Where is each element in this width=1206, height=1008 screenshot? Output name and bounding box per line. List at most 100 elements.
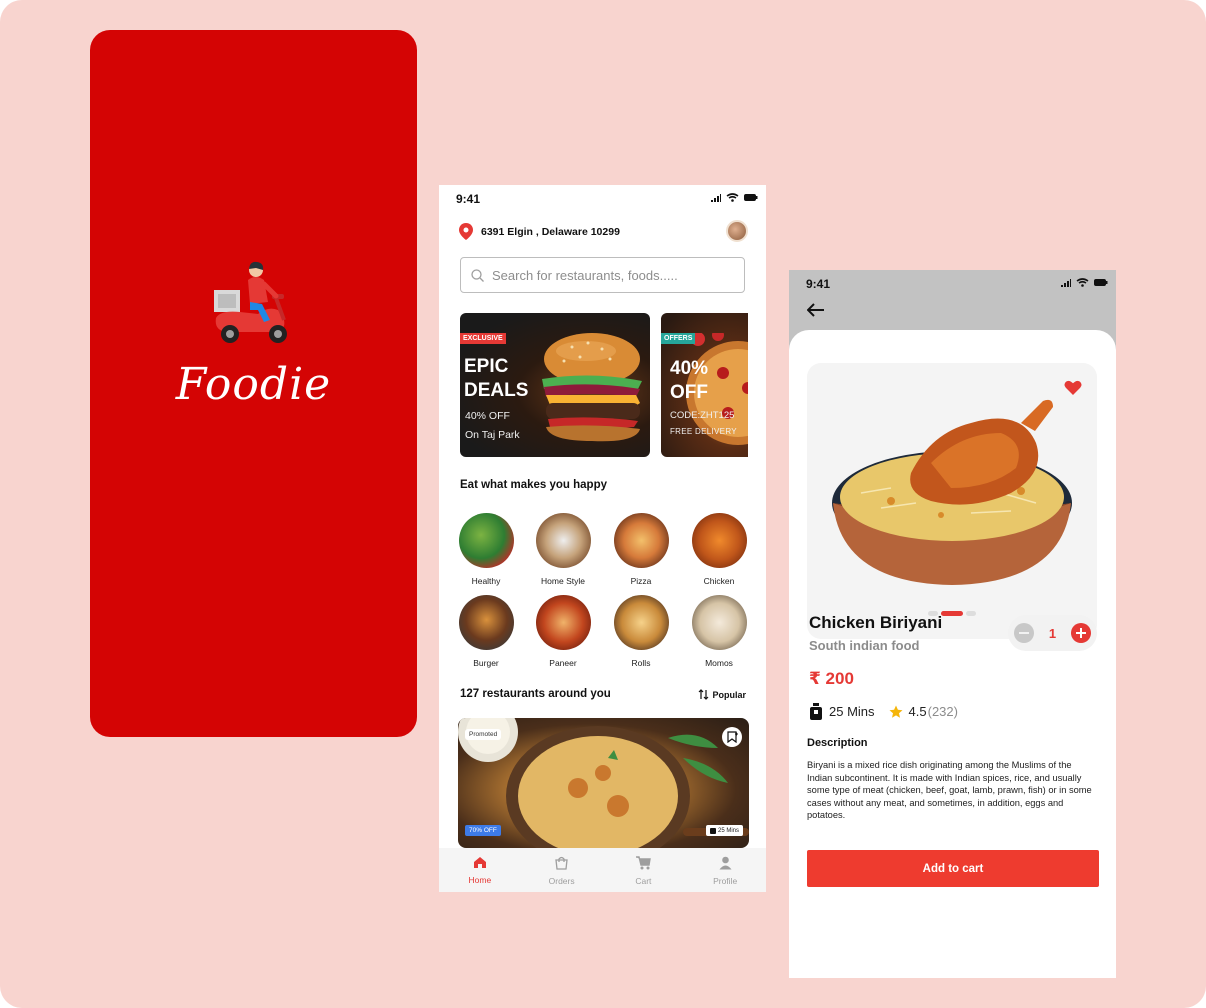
home-icon	[473, 857, 486, 868]
timer-icon	[709, 828, 716, 834]
tab-label: Profile	[713, 876, 738, 886]
category-label: Paneer	[549, 658, 577, 668]
sort-label: Popular	[712, 689, 746, 700]
delivery-time-text: 25 Mins	[717, 827, 739, 834]
category-label: Healthy	[471, 576, 501, 586]
category-healthy[interactable]: Healthy	[456, 513, 516, 586]
dish-price: ₹ 200	[809, 669, 854, 688]
banner-epic-deals[interactable]: EXCLUSIVE EPIC DEALS 40% OFF On Taj Park	[460, 313, 650, 457]
status-bar: 9:41	[439, 185, 766, 213]
location-bar[interactable]: 6391 Elgin , Delaware 10299	[459, 223, 620, 240]
category-label: Home Style	[541, 576, 585, 586]
dish-image	[832, 399, 1072, 585]
splash-logo: Foodie	[90, 260, 417, 410]
heart-icon	[1064, 380, 1082, 395]
rating-value: 4.5	[908, 704, 927, 719]
banner2-title-line2: OFF	[670, 382, 708, 403]
category-momos[interactable]: Momos	[689, 595, 749, 668]
avatar[interactable]	[726, 220, 748, 242]
category-chicken[interactable]: Chicken	[689, 513, 749, 586]
status-bar: 9:41	[789, 270, 1116, 298]
categories-title: Eat what makes you happy	[460, 479, 607, 491]
burger-image	[542, 333, 642, 442]
category-label: Burger	[473, 658, 499, 668]
category-pizza[interactable]: Pizza	[611, 513, 671, 586]
arrow-left-icon	[806, 303, 824, 317]
tab-label: Cart	[635, 876, 652, 886]
dish-photo-carousel[interactable]	[807, 363, 1097, 639]
tab-label: Home	[468, 875, 492, 885]
location-pin-icon	[459, 223, 473, 240]
search-input[interactable]	[492, 267, 732, 283]
detail-screen: 9:41 Chicken Biriyani South indian food …	[789, 270, 1116, 978]
category-image	[613, 595, 669, 650]
home-screen: 9:41 6391 Elgin , Delaware 10299 Search …	[439, 185, 766, 892]
category-image	[613, 513, 669, 568]
person-icon	[719, 856, 732, 870]
favorite-button[interactable]	[1064, 380, 1082, 401]
carousel-dot	[966, 611, 976, 616]
star-icon	[889, 705, 903, 718]
bookmark-button[interactable]	[722, 727, 742, 747]
tab-orders[interactable]: Orders	[521, 848, 603, 892]
battery-icon	[1094, 279, 1108, 286]
delivery-time-icon	[810, 703, 822, 720]
showcase-canvas: Foodie 9:41 6391 Elgin , Delaware 10299	[0, 0, 1206, 1008]
splash-screen: Foodie	[90, 30, 417, 737]
search-icon	[471, 268, 484, 282]
sort-icon	[699, 689, 709, 700]
banner-venue: On Taj Park	[465, 429, 520, 441]
description-text: Biryani is a mixed rice dish originating…	[807, 760, 1092, 820]
delivery-time: 25 Mins	[829, 704, 875, 719]
delivery-time-badge: 25 Mins	[705, 825, 743, 836]
brand-title: Foodie	[175, 359, 332, 410]
sort-popular-button[interactable]: Popular	[698, 689, 746, 700]
status-time: 9:41	[456, 192, 481, 206]
back-button[interactable]	[806, 303, 825, 322]
category-image	[535, 513, 591, 568]
search-box[interactable]	[460, 257, 745, 293]
location-text: 6391 Elgin , Delaware 10299	[481, 225, 620, 238]
status-time: 9:41	[806, 277, 831, 291]
offers-tag: OFFERS	[661, 333, 696, 344]
banner-offers[interactable]: OFFERS 40% OFF CODE:ZHT125 FREE DELIVERY	[661, 313, 748, 457]
cart-icon	[635, 856, 651, 870]
dish-cuisine: South indian food	[809, 638, 920, 653]
description-title: Description	[807, 737, 868, 749]
dish-name: Chicken Biriyani	[809, 613, 943, 632]
promoted-badge: Promoted	[465, 729, 502, 740]
delivery-scooter-icon	[213, 261, 287, 343]
add-to-cart-button[interactable]: Add to cart	[807, 850, 1099, 887]
restaurant-card[interactable]: Promoted 70% OFF 25 Mins	[458, 718, 749, 848]
battery-icon	[744, 194, 758, 201]
category-paneer[interactable]: Paneer	[533, 595, 593, 668]
category-rolls[interactable]: Rolls	[611, 595, 671, 668]
wifi-icon	[1076, 278, 1089, 287]
plus-button[interactable]	[1070, 623, 1091, 643]
category-image	[691, 595, 747, 650]
rating-count: (232)	[927, 704, 958, 719]
tab-cart[interactable]: Cart	[603, 848, 685, 892]
category-home-style[interactable]: Home Style	[533, 513, 593, 586]
tab-home[interactable]: Home	[439, 848, 521, 892]
discount-badge: 70% OFF	[465, 825, 501, 836]
signal-icon	[711, 193, 721, 202]
category-image	[458, 513, 514, 568]
category-label: Momos	[705, 658, 733, 668]
category-burger[interactable]: Burger	[456, 595, 516, 668]
category-label: Rolls	[631, 658, 651, 668]
status-icons	[711, 193, 758, 202]
status-icons	[1061, 278, 1108, 287]
quantity-stepper: 1	[1008, 615, 1097, 651]
tab-profile[interactable]: Profile	[684, 848, 766, 892]
category-image	[535, 595, 591, 650]
carousel-dot-active	[941, 611, 963, 616]
banner2-title-line1: 40%	[670, 358, 709, 379]
bottom-tab-bar: Home Orders Cart Profile	[439, 848, 766, 892]
bag-icon	[555, 856, 568, 870]
quantity-value: 1	[1048, 625, 1057, 641]
wifi-icon	[726, 193, 739, 202]
minus-button[interactable]	[1014, 623, 1034, 643]
exclusive-tag: EXCLUSIVE	[460, 333, 506, 344]
bookmark-icon	[726, 731, 738, 743]
